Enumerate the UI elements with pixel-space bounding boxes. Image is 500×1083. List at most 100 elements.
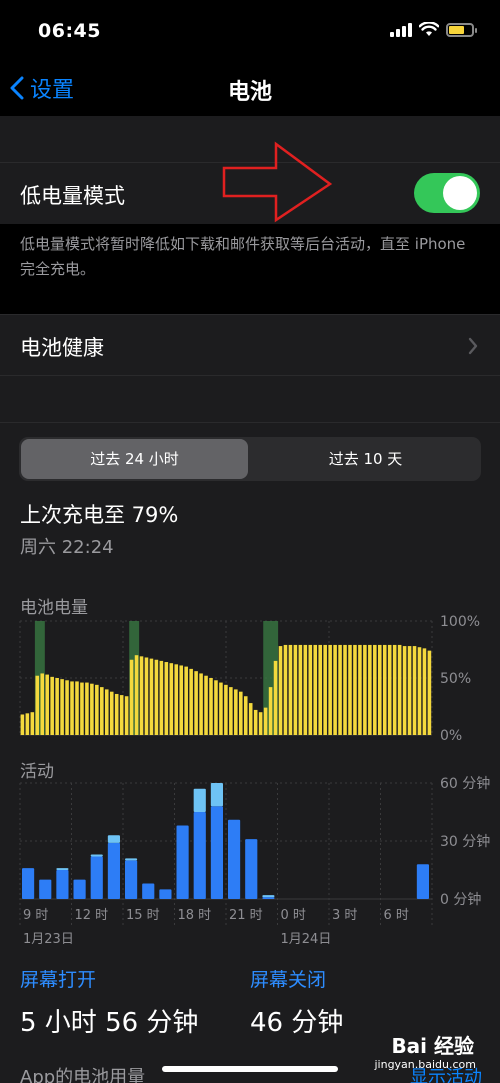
battery-bar xyxy=(343,644,347,735)
battery-bar xyxy=(159,660,164,735)
battery-bar xyxy=(70,681,74,735)
battery-bar xyxy=(313,644,318,735)
activity-x-tick-label: 3 时 xyxy=(332,908,357,923)
battery-bar xyxy=(55,678,59,735)
activity-y-tick-label: 30 分钟 xyxy=(440,833,490,850)
battery-bar xyxy=(209,678,213,735)
battery-y-tick-label: 50% xyxy=(440,671,471,687)
screen-off-stat: 屏幕关闭 46 分钟 xyxy=(250,965,343,1039)
battery-bar xyxy=(392,644,397,735)
activity-bar-screen-off xyxy=(90,854,103,857)
battery-bar xyxy=(318,644,322,735)
activity-bar-screen-on xyxy=(73,879,86,899)
battery-bar xyxy=(412,646,417,735)
battery-bar xyxy=(149,658,154,735)
battery-bar xyxy=(368,644,372,735)
battery-bar xyxy=(278,646,283,735)
battery-bar xyxy=(45,674,49,735)
chevron-right-icon xyxy=(468,337,478,355)
time-range-segmented-control: 过去 24 小时 过去 10 天 xyxy=(19,437,481,481)
battery-bar xyxy=(134,655,139,735)
activity-bar-screen-off xyxy=(56,868,69,870)
status-icons xyxy=(390,22,477,37)
battery-bar xyxy=(333,644,337,735)
battery-bar xyxy=(194,671,198,735)
battery-bar xyxy=(164,662,169,735)
battery-bar xyxy=(40,673,45,735)
battery-bar xyxy=(214,680,218,735)
activity-date-label: 1月23日 xyxy=(23,932,74,947)
battery-bar xyxy=(422,648,427,735)
baidu-watermark: Bai 经验 xyxy=(391,1034,474,1058)
battery-bar xyxy=(139,656,144,735)
wifi-icon xyxy=(419,22,439,36)
battery-bar xyxy=(129,659,134,735)
section-spacer xyxy=(0,376,500,422)
low-power-footnote: 低电量模式将暂时降低如下载和邮件获取等后台活动，直至 iPhone 完全充电。 xyxy=(20,235,466,278)
battery-bar xyxy=(179,665,184,735)
activity-bar-screen-on xyxy=(176,825,189,899)
battery-bar xyxy=(75,681,79,735)
app-battery-usage-label: App的电池用量 xyxy=(20,1067,146,1083)
battery-bar xyxy=(104,689,109,735)
battery-y-tick-label: 100% xyxy=(440,614,480,630)
battery-bar xyxy=(293,644,298,735)
activity-bar-screen-on xyxy=(210,806,223,899)
battery-bar xyxy=(184,666,188,735)
battery-bar xyxy=(283,644,288,735)
screen-on-stat: 屏幕打开 5 小时 56 分钟 xyxy=(20,965,198,1039)
battery-bar xyxy=(323,644,327,735)
battery-bar xyxy=(119,695,124,735)
battery-bar xyxy=(338,644,342,735)
battery-bar xyxy=(377,644,382,735)
battery-bar xyxy=(258,712,263,735)
battery-bar xyxy=(373,644,377,735)
activity-bar-screen-on xyxy=(39,879,52,899)
activity-x-tick-label: 21 时 xyxy=(229,908,263,923)
baidu-watermark-url: jingyan.baidu.com xyxy=(374,1058,476,1071)
home-indicator[interactable] xyxy=(162,1066,338,1072)
low-power-mode-label: 低电量模式 xyxy=(20,184,125,208)
low-power-mode-toggle[interactable] xyxy=(414,173,480,213)
activity-bar-screen-off xyxy=(262,895,275,898)
status-bar: 06:45 xyxy=(0,0,500,62)
page-title: 电池 xyxy=(227,80,272,105)
battery-bar xyxy=(189,668,193,735)
status-time: 06:45 xyxy=(38,20,101,42)
activity-bar-screen-on xyxy=(159,889,172,899)
activity-x-tick-label: 18 时 xyxy=(178,908,212,923)
battery-bar xyxy=(224,684,228,735)
red-arrow-annotation xyxy=(222,141,333,223)
battery-health-row[interactable]: 电池健康 xyxy=(0,314,500,376)
battery-bar xyxy=(60,679,64,735)
battery-bar xyxy=(303,644,308,735)
battery-bar xyxy=(328,644,332,735)
battery-bar xyxy=(95,684,99,735)
activity-y-tick-label: 60 分钟 xyxy=(440,775,490,792)
activity-bar-screen-on xyxy=(22,868,35,899)
battery-bar xyxy=(20,714,25,735)
battery-bar xyxy=(253,709,258,735)
battery-level-chart: 100% 50% 0% xyxy=(19,614,480,743)
navigation-bar: 设置 电池 xyxy=(0,62,500,116)
battery-bar xyxy=(109,691,114,735)
battery-bar xyxy=(263,707,268,735)
activity-bar-screen-off xyxy=(193,788,206,812)
battery-bar xyxy=(288,644,293,735)
screen-on-label: 屏幕打开 xyxy=(20,969,97,991)
segment-last-24-hours[interactable]: 过去 24 小时 xyxy=(21,439,248,479)
battery-bar xyxy=(268,687,273,735)
segment-last-10-days[interactable]: 过去 10 天 xyxy=(252,439,479,479)
battery-bar xyxy=(154,659,159,735)
battery-bar xyxy=(50,676,54,735)
battery-bar xyxy=(30,712,35,735)
activity-bar-screen-on xyxy=(262,897,275,899)
battery-bar xyxy=(387,644,392,735)
battery-bar xyxy=(353,644,357,735)
battery-bar xyxy=(363,644,367,735)
battery-bar xyxy=(199,673,203,735)
battery-bar xyxy=(144,657,149,735)
last-charge-time: 周六 22:24 xyxy=(20,537,114,558)
activity-bar-screen-on xyxy=(228,819,241,899)
screen-off-value: 46 分钟 xyxy=(250,1008,344,1038)
